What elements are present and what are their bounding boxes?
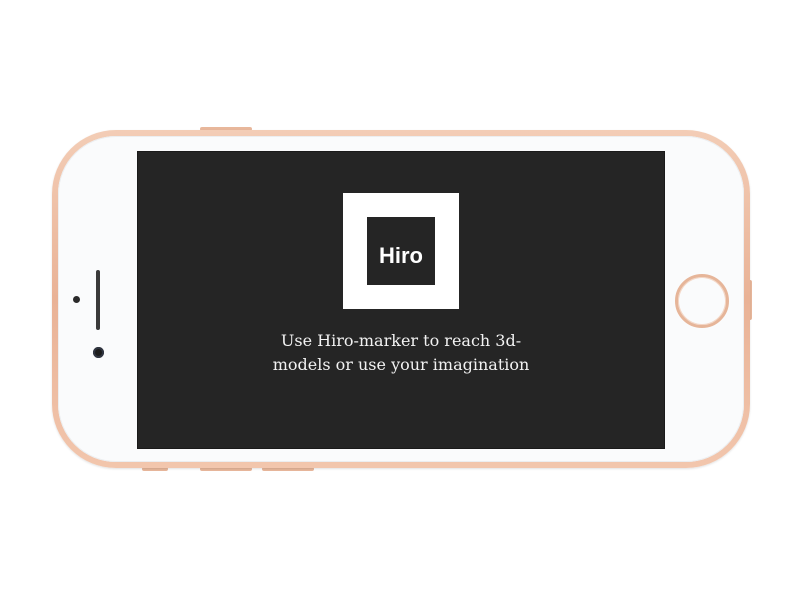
stage: Hiro Use Hiro-marker to reach 3d-models … [0, 0, 800, 600]
hiro-marker: Hiro [343, 193, 459, 309]
instruction-text: Use Hiro-marker to reach 3d-models or us… [272, 331, 530, 374]
hiro-marker-label: Hiro [379, 243, 423, 268]
phone-screen: Hiro Use Hiro-marker to reach 3d-models … [137, 151, 665, 449]
proximity-sensor-icon [73, 296, 80, 303]
hiro-marker-inner: Hiro [367, 217, 435, 285]
earpiece-speaker-icon [96, 270, 100, 330]
home-button-icon[interactable] [675, 274, 729, 328]
front-camera-icon [93, 347, 104, 358]
